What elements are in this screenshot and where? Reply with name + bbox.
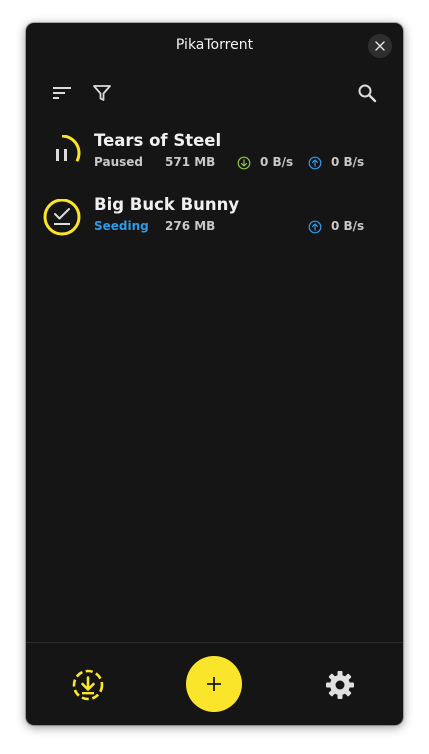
bottom-bar <box>26 642 403 725</box>
search-button[interactable] <box>355 81 379 105</box>
close-icon <box>375 41 385 51</box>
add-torrent-button[interactable] <box>186 656 242 712</box>
torrent-name: Tears of Steel <box>94 131 222 150</box>
torrent-size: 571 MB <box>165 155 216 169</box>
upload-arrow-icon <box>308 156 322 170</box>
downloads-button[interactable] <box>71 668 105 702</box>
torrent-status: Paused <box>94 155 143 169</box>
torrent-row[interactable]: Tears of Steel Paused 571 MB 0 B/s 0 B/s <box>40 131 390 183</box>
torrent-size: 276 MB <box>165 219 216 233</box>
upload-rate: 0 B/s <box>331 219 365 233</box>
torrent-name: Big Buck Bunny <box>94 195 240 214</box>
torrent-row[interactable]: Big Buck Bunny Seeding 276 MB 0 B/s <box>40 195 390 247</box>
gear-icon <box>326 671 354 699</box>
titlebar: PikaTorrent <box>26 23 403 69</box>
sort-icon <box>53 87 71 99</box>
search-icon <box>358 84 377 103</box>
progress-ring <box>56 135 81 162</box>
download-arrow-icon <box>237 156 251 170</box>
torrent-status: Seeding <box>94 219 149 233</box>
progress-ring <box>43 199 81 236</box>
settings-button[interactable] <box>323 668 357 702</box>
upload-rate: 0 B/s <box>331 155 365 169</box>
plus-icon <box>207 677 221 691</box>
filter-button[interactable] <box>90 81 114 105</box>
download-rate: 0 B/s <box>260 155 294 169</box>
app-window: PikaTorrent Tears of Steel Paused 571 MB… <box>26 23 403 725</box>
sort-button[interactable] <box>50 81 74 105</box>
pause-icon <box>56 149 67 161</box>
upload-arrow-icon <box>308 220 322 234</box>
window-title: PikaTorrent <box>175 37 254 53</box>
filter-icon <box>93 85 111 101</box>
check-icon <box>54 208 70 225</box>
close-button[interactable] <box>368 34 392 58</box>
download-circle-icon <box>72 669 104 701</box>
